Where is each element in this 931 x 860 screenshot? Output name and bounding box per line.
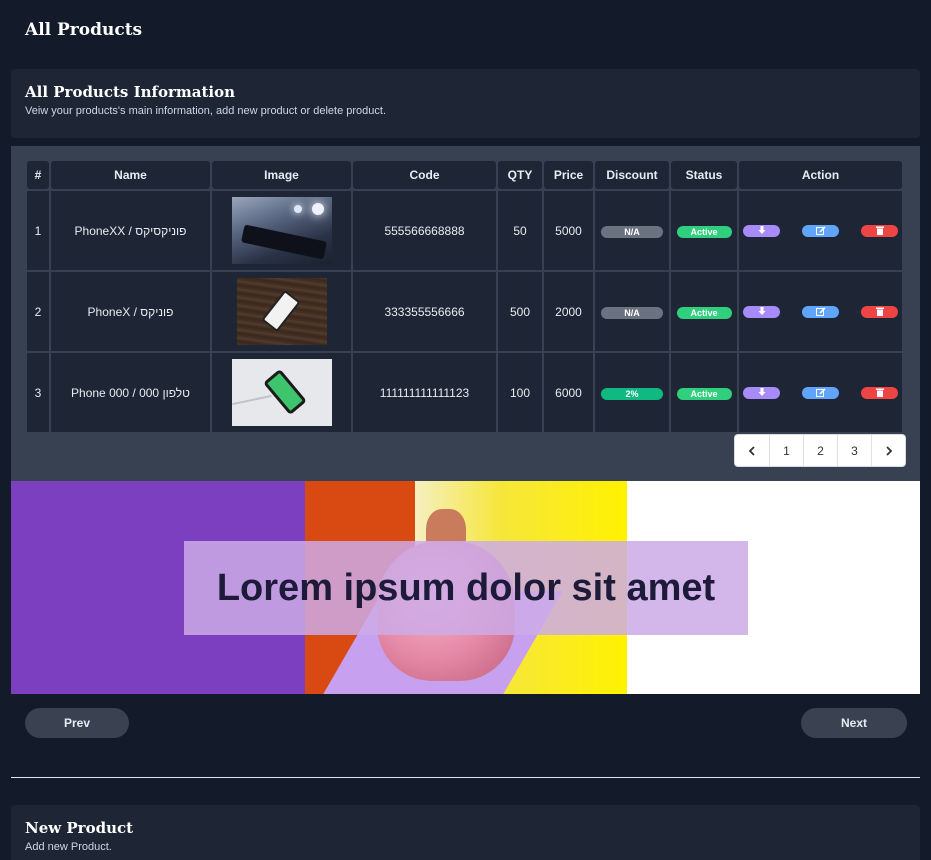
pagination-next-button[interactable]	[871, 435, 905, 466]
trash-icon	[875, 388, 884, 397]
row-image-cell	[212, 353, 351, 432]
row-qty: 100	[498, 353, 542, 432]
product-image	[236, 278, 327, 345]
edit-button[interactable]	[802, 305, 839, 318]
table-row: 3 Phone 000 / 000 טלפון 111111111111123 …	[27, 353, 902, 432]
download-button[interactable]	[743, 305, 780, 318]
section-divider	[11, 777, 920, 778]
status-badge: Active	[676, 306, 732, 319]
new-product-subtitle: Add new Product.	[25, 841, 112, 853]
trash-icon	[875, 226, 884, 235]
edit-icon	[815, 307, 826, 316]
row-price: 5000	[544, 191, 593, 270]
row-code: 555566668888	[353, 191, 496, 270]
row-qty: 50	[498, 191, 542, 270]
row-discount-cell: N/A	[595, 272, 669, 351]
edit-icon	[815, 388, 826, 397]
row-num: 1	[27, 191, 49, 270]
row-status-cell: Active	[671, 191, 737, 270]
row-qty: 500	[498, 272, 542, 351]
table-header-row: # Name Image Code QTY Price Discount Sta…	[27, 161, 902, 189]
pagination-page-1[interactable]: 1	[769, 435, 803, 466]
chevron-right-icon	[885, 445, 892, 456]
header-image: Image	[212, 161, 351, 189]
header-price: Price	[544, 161, 593, 189]
info-title: All Products Information	[25, 83, 235, 101]
status-badge: Active	[676, 387, 732, 400]
product-image	[231, 197, 332, 264]
header-action: Action	[739, 161, 902, 189]
row-code: 333355556666	[353, 272, 496, 351]
banner-text: Lorem ipsum dolor sit amet	[216, 566, 716, 609]
table-row: 2 PhoneX / פוניקס 333355556666 500 2000 …	[27, 272, 902, 351]
products-info-card: All Products Information Veiw your produ…	[11, 69, 920, 138]
row-num: 3	[27, 353, 49, 432]
new-product-title: New Product	[25, 819, 134, 837]
row-name: PhoneXX / פוניקסיקס	[51, 191, 210, 270]
pagination-prev-button[interactable]	[735, 435, 769, 466]
trash-icon	[875, 307, 884, 316]
pagination: 1 2 3	[734, 434, 906, 467]
products-table: # Name Image Code QTY Price Discount Sta…	[25, 159, 904, 434]
chevron-left-icon	[748, 445, 755, 456]
promo-banner: Lorem ipsum dolor sit amet	[11, 481, 920, 694]
row-price: 2000	[544, 272, 593, 351]
download-button[interactable]	[743, 386, 780, 399]
download-icon	[758, 307, 765, 315]
row-name: Phone 000 / 000 טלפון	[51, 353, 210, 432]
row-discount-cell: N/A	[595, 191, 669, 270]
row-actions	[739, 272, 902, 351]
header-num: #	[27, 161, 49, 189]
delete-button[interactable]	[861, 224, 898, 237]
row-code: 111111111111123	[353, 353, 496, 432]
page-title: All Products	[25, 20, 143, 40]
info-subtitle: Veiw your products's main information, a…	[25, 105, 387, 117]
download-button[interactable]	[743, 224, 780, 237]
row-image-cell	[212, 191, 351, 270]
product-image	[231, 359, 332, 426]
next-button[interactable]: Next	[801, 708, 907, 738]
row-price: 6000	[544, 353, 593, 432]
pagination-page-2[interactable]: 2	[803, 435, 837, 466]
row-name: PhoneX / פוניקס	[51, 272, 210, 351]
download-icon	[758, 388, 765, 396]
row-discount-cell: 2%	[595, 353, 669, 432]
status-badge: Active	[676, 225, 732, 238]
prev-button[interactable]: Prev	[25, 708, 129, 738]
pagination-page-3[interactable]: 3	[837, 435, 871, 466]
header-code: Code	[353, 161, 496, 189]
row-num: 2	[27, 272, 49, 351]
row-actions	[739, 353, 902, 432]
row-image-cell	[212, 272, 351, 351]
new-product-card: New Product Add new Product.	[11, 805, 920, 860]
delete-button[interactable]	[861, 305, 898, 318]
discount-badge: N/A	[601, 306, 663, 319]
table-row: 1 PhoneXX / פוניקסיקס 555566668888 50 50…	[27, 191, 902, 270]
discount-badge: 2%	[601, 387, 663, 400]
header-name: Name	[51, 161, 210, 189]
banner-caption: Lorem ipsum dolor sit amet	[184, 541, 748, 635]
row-actions	[739, 191, 902, 270]
discount-badge: N/A	[601, 225, 663, 238]
delete-button[interactable]	[861, 386, 898, 399]
edit-button[interactable]	[802, 386, 839, 399]
row-status-cell: Active	[671, 353, 737, 432]
row-status-cell: Active	[671, 272, 737, 351]
edit-icon	[815, 226, 826, 235]
download-icon	[758, 226, 765, 234]
edit-button[interactable]	[802, 224, 839, 237]
header-status: Status	[671, 161, 737, 189]
header-qty: QTY	[498, 161, 542, 189]
products-table-card: # Name Image Code QTY Price Discount Sta…	[11, 146, 920, 481]
header-discount: Discount	[595, 161, 669, 189]
